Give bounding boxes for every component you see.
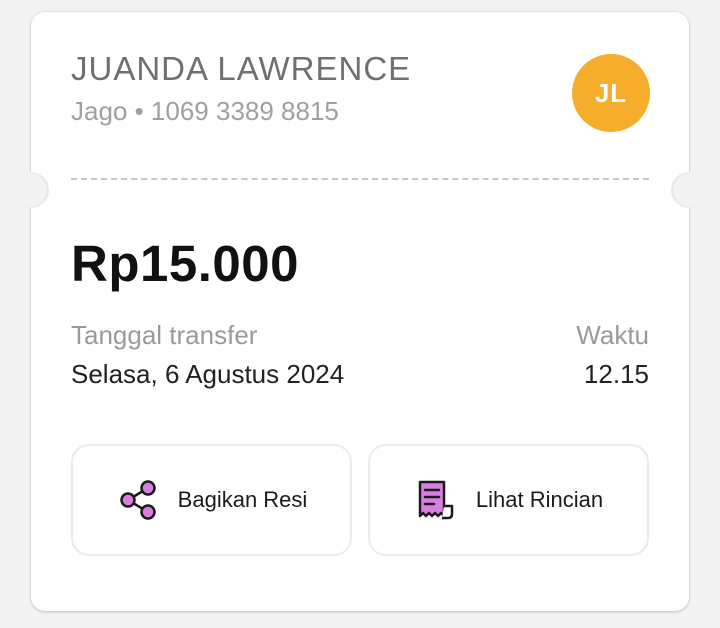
card-notch-right: [671, 172, 707, 208]
card-notch-left: [13, 172, 49, 208]
avatar-initials: JL: [594, 77, 628, 108]
dashed-divider: [71, 178, 649, 180]
transfer-date-label: Tanggal transfer: [71, 320, 258, 350]
recipient-account: Jago • 1069 3389 8815: [71, 96, 339, 126]
avatar: JL: [572, 54, 650, 132]
transfer-amount: Rp15.000: [71, 235, 299, 292]
share-receipt-button[interactable]: Bagikan Resi: [71, 444, 352, 556]
view-details-button[interactable]: Lihat Rincian: [368, 444, 649, 556]
screen: JUANDA LAWRENCE Jago • 1069 3389 8815 JL…: [0, 0, 720, 628]
transfer-receipt-card: JUANDA LAWRENCE Jago • 1069 3389 8815 JL…: [13, 12, 707, 611]
share-icon: [116, 478, 160, 522]
receipt-icon: [414, 478, 458, 522]
transfer-date-value: Selasa, 6 Agustus 2024: [71, 359, 345, 389]
transfer-time-label: Waktu: [576, 320, 649, 350]
recipient-name: JUANDA LAWRENCE: [71, 50, 412, 87]
view-details-label: Lihat Rincian: [475, 487, 604, 512]
share-receipt-label: Bagikan Resi: [177, 487, 308, 512]
transfer-time-value: 12.15: [583, 359, 649, 389]
